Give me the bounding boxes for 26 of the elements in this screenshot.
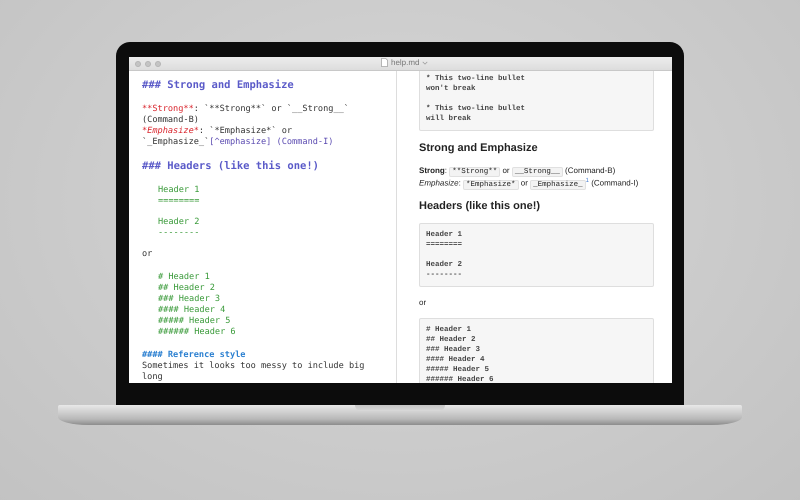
markdown-code-line: # Header 1 — [158, 272, 211, 283]
preview-heading: Strong and Emphasize — [419, 141, 539, 155]
markdown-code-line: ###### Header 6 — [158, 327, 237, 338]
close-icon[interactable] — [135, 60, 141, 66]
markdown-line: or — [142, 249, 154, 260]
markdown-heading: ### Headers (like this one!) — [142, 160, 320, 173]
markdown-code-line: ======== — [158, 196, 200, 207]
preview-text: or — [419, 296, 428, 308]
markdown-code-line: -------- — [158, 228, 200, 239]
preview-heading: Headers (like this one!) — [419, 198, 542, 213]
markdown-heading: ### Strong and Emphasize — [142, 79, 295, 92]
zoom-icon[interactable] — [155, 60, 161, 66]
markdown-code-line: Header 1 — [158, 185, 200, 196]
markdown-subheading: #### Reference style — [142, 350, 246, 361]
minimize-icon[interactable] — [145, 60, 151, 66]
chevron-down-icon[interactable] — [422, 60, 428, 64]
markdown-code-line: ## Header 2 — [158, 283, 216, 294]
window-title: help.md — [391, 58, 420, 67]
markdown-code-line: ##### Header 5 — [158, 316, 232, 327]
markdown-line: *Emphasize*: `*Emphasize*` or `_Emphasize_`[^emphasize] (Command-I) — [142, 126, 334, 148]
markdown-line: Sometimes it looks too messy to include big long — [142, 361, 366, 383]
markdown-code-line: #### Header 4 — [158, 305, 226, 316]
document-icon — [381, 58, 388, 67]
markdown-code-line: Header 2 — [158, 217, 200, 228]
markdown-code-line: ### Header 3 — [158, 294, 222, 305]
markdown-line: **Strong**: `**Strong**` or `__Strong__` (Command-B) — [142, 104, 350, 126]
